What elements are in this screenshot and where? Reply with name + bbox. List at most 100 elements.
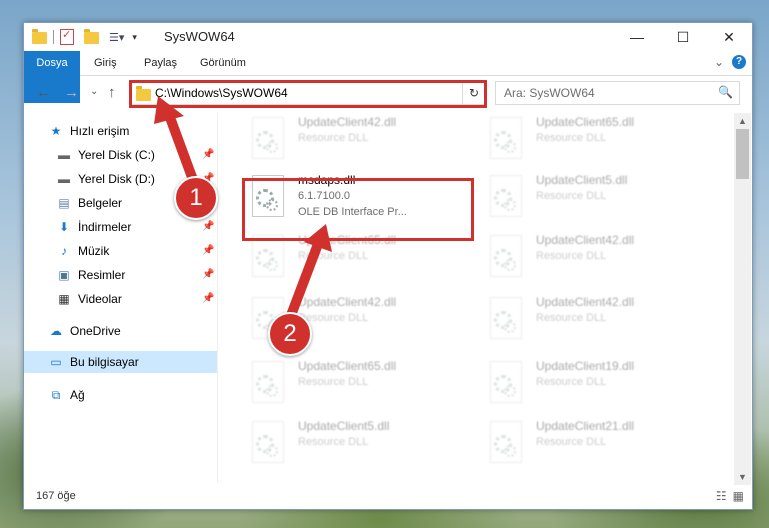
dll-file-icon [248,421,286,465]
pane-divider[interactable] [217,113,218,483]
pin-icon[interactable]: 📌 [202,245,214,256]
status-bar: 167 öğe ☷ ▦ [24,485,752,509]
sidebar-item-local-disk-c[interactable]: ▬ Yerel Disk (C:) [56,144,155,166]
pin-icon[interactable]: 📌 [202,149,214,160]
sidebar-item-label: Videolar [78,292,122,306]
tab-view[interactable]: Görünüm [190,51,256,75]
pin-icon[interactable]: 📌 [202,221,214,232]
file-item[interactable]: UpdateClient5.dll Resource DLL [248,417,478,469]
search-box[interactable]: Ara: SysWOW64 🔍 [495,81,740,105]
file-item[interactable]: UpdateClient5.dll Resource DLL [486,171,716,223]
sidebar-item-label: Bu bilgisayar [70,355,139,369]
file-item[interactable]: UpdateClient21.dll Resource DLL [486,417,716,469]
file-item[interactable]: UpdateClient65.dll Resource DLL [486,113,716,165]
sidebar-item-music[interactable]: ♪ Müzik [56,240,109,262]
qat-dropdown-icon[interactable]: ▾ [132,32,137,43]
pin-icon[interactable]: 📌 [202,269,214,280]
file-type: Resource DLL [536,312,607,324]
sidebar-item-documents[interactable]: ▤ Belgeler [56,192,122,214]
sidebar-item-onedrive[interactable]: ☁ OneDrive [48,320,121,342]
dll-file-icon [486,361,524,405]
sidebar-item-label: İndirmeler [78,220,132,234]
file-name: UpdateClient65.dll [298,359,397,373]
sidebar-item-network[interactable]: ⧉ Ağ [48,384,85,406]
search-input[interactable]: Ara: SysWOW64 [504,86,595,100]
title-bar: ☰▾ ▾ SysWOW64 — ☐ ✕ [24,23,752,51]
file-item[interactable]: UpdateClient65.dll Resource DLL [248,357,478,409]
sidebar-item-label: Ağ [70,388,85,402]
tab-home[interactable]: Giriş [84,51,127,75]
file-name: UpdateClient42.dll [298,295,397,309]
search-icon[interactable]: 🔍 [718,85,733,99]
sidebar-item-label: Resimler [78,268,126,282]
scroll-up-arrow-icon[interactable]: ▲ [734,113,751,129]
file-item[interactable]: UpdateClient42.dll Resource DLL [486,231,716,283]
file-name: UpdateClient5.dll [298,419,390,433]
step-badge-1: 1 [174,176,218,220]
details-view-icon[interactable]: ☷ [716,489,727,503]
file-name: UpdateClient42.dll [298,115,397,129]
drive-icon: ▬ [58,148,70,162]
pin-icon[interactable]: 📌 [202,293,214,304]
quick-access-toolbar: ☰▾ ▾ [32,28,137,45]
sidebar-item-label: Belgeler [78,196,123,210]
ribbon-tabs: Dosya Giriş Paylaş Görünüm ⌄ ? [24,51,752,103]
dll-file-icon [486,235,524,279]
file-type: Resource DLL [298,132,369,144]
dll-file-icon [248,235,286,279]
ribbon-controls: ⌄ ? [714,55,746,69]
ribbon-expand-icon[interactable]: ⌄ [714,55,724,69]
scroll-down-arrow-icon[interactable]: ▼ [734,469,751,485]
dll-file-icon [248,117,286,161]
navigation-pane: ★ Hızlı erişim ▬ Yerel Disk (C:) 📌 ▬ Yer… [24,113,217,483]
videos-icon: ▦ [58,292,70,306]
file-type: Resource DLL [536,436,607,448]
minimize-button[interactable]: — [614,23,660,51]
file-name: UpdateClient21.dll [536,419,635,433]
customize-toolbar-icon[interactable]: ☰▾ [109,31,124,44]
sidebar-item-label: Yerel Disk (D:) [78,172,155,186]
tiles-view-icon[interactable]: ▦ [733,489,744,503]
dll-file-icon [486,175,524,219]
sidebar-item-quick-access[interactable]: ★ Hızlı erişim [48,120,130,142]
help-icon[interactable]: ? [732,55,746,69]
file-type: Resource DLL [298,436,369,448]
file-item[interactable]: UpdateClient42.dll Resource DLL [248,113,478,165]
sidebar-item-this-pc[interactable]: ▭ Bu bilgisayar [48,351,139,373]
file-name: UpdateClient19.dll [536,359,635,373]
tab-share[interactable]: Paylaş [134,51,187,75]
pictures-icon: ▣ [58,268,70,282]
toolbar-separator [53,30,54,44]
drive-icon: ▬ [58,172,70,186]
view-switcher: ☷ ▦ [716,489,744,503]
forward-button[interactable]: → [64,84,79,101]
music-icon: ♪ [61,244,67,258]
sidebar-item-label: OneDrive [70,324,121,338]
new-folder-icon[interactable] [84,29,99,44]
file-name: UpdateClient42.dll [536,233,635,247]
file-item[interactable]: UpdateClient42.dll Resource DLL [486,293,716,345]
window-controls: — ☐ ✕ [614,23,752,51]
onedrive-icon: ☁ [50,324,62,338]
close-button[interactable]: ✕ [706,23,752,51]
vertical-scrollbar[interactable]: ▲ ▼ [734,113,751,485]
properties-icon[interactable] [60,28,74,45]
file-explorer-window: ☰▾ ▾ SysWOW64 — ☐ ✕ Dosya Giriş Paylaş G… [23,22,753,510]
back-button[interactable]: ← [36,84,51,101]
file-name: UpdateClient42.dll [536,295,635,309]
file-type: Resource DLL [298,376,369,388]
file-type: Resource DLL [536,250,607,262]
address-highlight-box [129,80,487,108]
file-item[interactable]: UpdateClient19.dll Resource DLL [486,357,716,409]
file-type: Resource DLL [298,250,369,262]
window-title: SysWOW64 [164,29,235,44]
maximize-button[interactable]: ☐ [660,23,706,51]
sidebar-item-videos[interactable]: ▦ Videolar [56,288,122,310]
star-icon: ★ [50,124,62,138]
sidebar-item-local-disk-d[interactable]: ▬ Yerel Disk (D:) [56,168,155,190]
scroll-thumb[interactable] [736,129,749,179]
recent-locations-button[interactable]: ⌄ [90,86,98,97]
sidebar-item-downloads[interactable]: ⬇ İndirmeler [56,216,131,238]
sidebar-item-pictures[interactable]: ▣ Resimler [56,264,125,286]
up-button[interactable]: ↑ [108,84,116,101]
